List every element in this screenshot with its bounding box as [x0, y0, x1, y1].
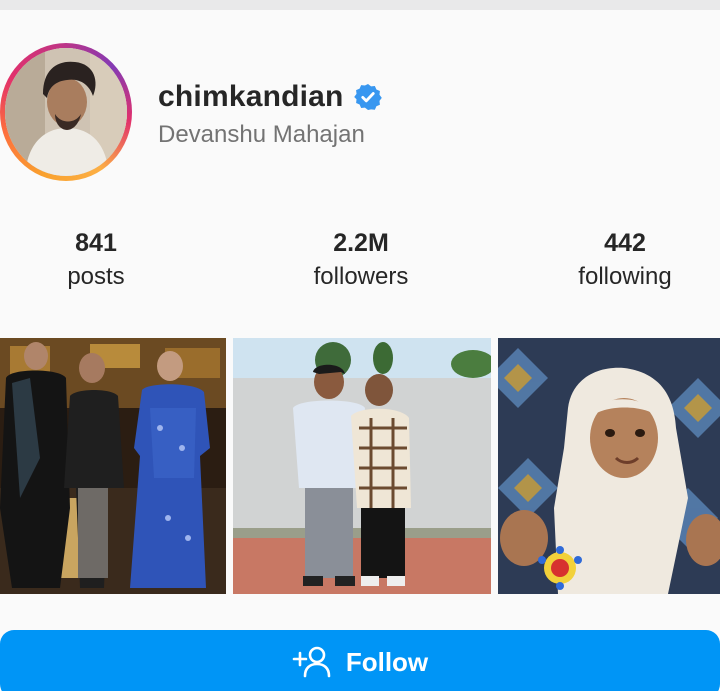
stat-posts-value: 841 [75, 229, 117, 257]
verified-badge-icon [353, 83, 382, 111]
stat-followers-label: followers [313, 263, 409, 290]
follow-button-label: Follow [345, 646, 429, 677]
stat-following[interactable]: 442 following [525, 228, 720, 296]
top-divider [0, 0, 720, 10]
post-1-image [0, 338, 226, 594]
username[interactable]: chimkandian [158, 80, 344, 114]
avatar-photo-image [5, 48, 127, 176]
add-user-icon [292, 646, 331, 678]
profile-page: chimkandian Devanshu Mahajan 841 posts 2… [0, 0, 720, 691]
post-thumbnail-1[interactable] [0, 338, 226, 594]
post-2-image [233, 338, 491, 594]
stat-followers[interactable]: 2.2M followers [261, 228, 461, 296]
follow-button[interactable]: Follow [0, 630, 720, 691]
stat-posts[interactable]: 841 posts [0, 228, 196, 296]
stat-followers-value: 2.2M [333, 229, 389, 257]
post-3-image [498, 338, 720, 594]
full-name: Devanshu Mahajan [158, 121, 365, 148]
avatar-story-ring[interactable] [0, 43, 132, 181]
stat-following-label: following [578, 263, 672, 290]
post-thumbnail-3[interactable] [498, 338, 720, 594]
avatar[interactable] [5, 48, 127, 176]
stat-following-value: 442 [604, 229, 646, 257]
stat-posts-label: posts [67, 263, 125, 290]
post-thumbnail-2[interactable] [233, 338, 491, 594]
username-row: chimkandian [158, 80, 382, 114]
